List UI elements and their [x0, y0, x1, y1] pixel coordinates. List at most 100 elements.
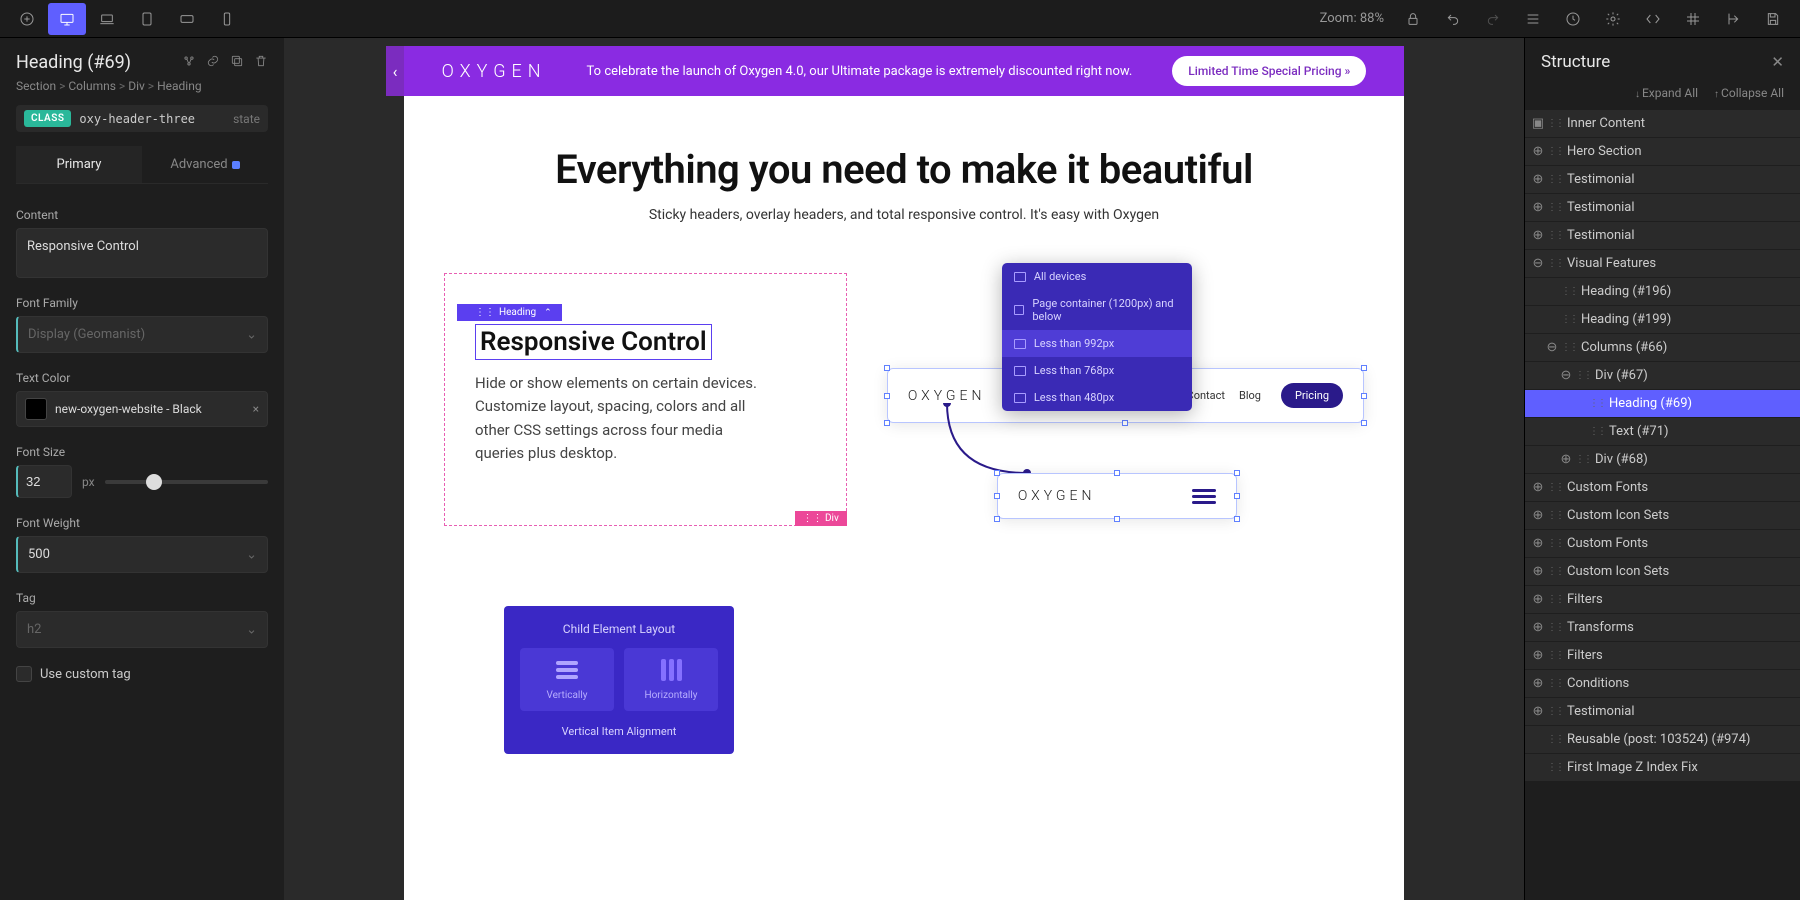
- device-menu-item[interactable]: Less than 480px: [1002, 384, 1192, 411]
- hero-subtitle[interactable]: Sticky headers, overlay headers, and tot…: [404, 207, 1404, 223]
- redo-button[interactable]: [1474, 3, 1512, 35]
- feature-text[interactable]: Hide or show elements on certain devices…: [475, 372, 765, 465]
- tab-primary[interactable]: Primary: [16, 146, 142, 183]
- grid-button[interactable]: [1674, 3, 1712, 35]
- tree-node[interactable]: ⋮⋮First Image Z Index Fix: [1525, 754, 1800, 781]
- layout-card-subtitle: Vertical Item Alignment: [520, 725, 718, 738]
- add-element-button[interactable]: [8, 3, 46, 35]
- custom-tag-label: Use custom tag: [40, 667, 131, 682]
- banner-cta-button[interactable]: Limited Time Special Pricing »: [1172, 56, 1366, 86]
- content-input[interactable]: Responsive Control: [16, 228, 268, 278]
- device-menu-item[interactable]: Less than 768px: [1002, 357, 1192, 384]
- class-state[interactable]: state: [233, 112, 260, 126]
- history-button[interactable]: [1554, 3, 1592, 35]
- undo-button[interactable]: [1434, 3, 1472, 35]
- viewport-desktop-button[interactable]: [48, 3, 86, 35]
- tree-node[interactable]: ▣⋮⋮Inner Content: [1525, 110, 1800, 137]
- device-menu-item[interactable]: Less than 992px: [1002, 330, 1192, 357]
- font-weight-label: Font Weight: [16, 516, 268, 530]
- settings-button[interactable]: [1594, 3, 1632, 35]
- font-family-select[interactable]: Display (Geomanist)⌄: [16, 316, 268, 353]
- device-menu-item[interactable]: Page container (1200px) and below: [1002, 290, 1192, 330]
- tree-node[interactable]: ⋮⋮Text (#71): [1525, 418, 1800, 445]
- tree-node[interactable]: ⊖⋮⋮Visual Features: [1525, 250, 1800, 277]
- font-size-slider[interactable]: [105, 480, 268, 484]
- feature-heading[interactable]: Responsive Control: [475, 324, 712, 360]
- layout-control-card[interactable]: Child Element Layout Vertically Horizont…: [504, 606, 734, 754]
- clear-color-icon[interactable]: ×: [253, 402, 259, 416]
- feature-image-area[interactable]: All devices Page container (1200px) and …: [887, 273, 1364, 526]
- mobile-nav-mockup[interactable]: OXYGEN: [997, 473, 1237, 519]
- tree-node[interactable]: ⊕⋮⋮Filters: [1525, 642, 1800, 669]
- class-name: oxy-header-three: [79, 112, 195, 126]
- tree-node[interactable]: ⊕⋮⋮Testimonial: [1525, 222, 1800, 249]
- viewport-laptop-button[interactable]: [88, 3, 126, 35]
- tree-node[interactable]: ⊕⋮⋮Custom Fonts: [1525, 530, 1800, 557]
- text-color-input[interactable]: new-oxygen-website - Black ×: [16, 391, 268, 427]
- color-swatch[interactable]: [25, 398, 47, 420]
- div-label-badge[interactable]: ⋮⋮ Div: [795, 511, 847, 526]
- expand-all-button[interactable]: ↓Expand All: [1635, 86, 1698, 100]
- save-button[interactable]: [1754, 3, 1792, 35]
- text-color-label: Text Color: [16, 371, 268, 385]
- device-menu-item[interactable]: All devices: [1002, 263, 1192, 290]
- canvas-viewport[interactable]: ‹ OXYGEN To celebrate the launch of Oxyg…: [284, 38, 1524, 900]
- layout-horizontal-option[interactable]: Horizontally: [624, 648, 718, 711]
- tree-node[interactable]: ⊕⋮⋮Div (#68): [1525, 446, 1800, 473]
- font-size-unit[interactable]: px: [82, 475, 95, 489]
- tree-node[interactable]: ⊕⋮⋮Custom Fonts: [1525, 474, 1800, 501]
- tree-node[interactable]: ⋮⋮Heading (#199): [1525, 306, 1800, 333]
- tree-node[interactable]: ⋮⋮Reusable (post: 103524) (#974): [1525, 726, 1800, 753]
- device-breakpoint-menu: All devices Page container (1200px) and …: [1002, 263, 1192, 411]
- structure-title: Structure: [1541, 52, 1610, 72]
- responsive-curve-icon: [937, 403, 1037, 483]
- close-panel-icon[interactable]: ✕: [1771, 53, 1784, 71]
- viewport-tablet-landscape-button[interactable]: [168, 3, 206, 35]
- tree-node[interactable]: ⊕⋮⋮Testimonial: [1525, 166, 1800, 193]
- viewport-mobile-button[interactable]: [208, 3, 246, 35]
- tree-node[interactable]: ⊕⋮⋮Hero Section: [1525, 138, 1800, 165]
- delete-icon[interactable]: [254, 54, 268, 72]
- banner-text: To celebrate the launch of Oxygen 4.0, o…: [587, 64, 1133, 79]
- nav-pricing-button[interactable]: Pricing: [1281, 383, 1343, 408]
- promo-banner: ‹ OXYGEN To celebrate the launch of Oxyg…: [404, 46, 1404, 96]
- class-selector[interactable]: CLASS oxy-header-three state: [16, 105, 268, 132]
- hamburger-icon: [1192, 489, 1216, 504]
- breadcrumb[interactable]: Section>Columns>Div>Heading: [16, 79, 268, 93]
- code-button[interactable]: [1634, 3, 1672, 35]
- link-icon[interactable]: [206, 54, 220, 72]
- custom-tag-checkbox[interactable]: [16, 666, 32, 682]
- nav-logo-small: OXYGEN: [1018, 488, 1096, 504]
- collapse-all-button[interactable]: ↑Collapse All: [1714, 86, 1784, 100]
- back-to-wp-button[interactable]: [1714, 3, 1752, 35]
- font-weight-select[interactable]: 500⌄: [16, 536, 268, 573]
- tab-advanced[interactable]: Advanced: [142, 146, 268, 183]
- content-label: Content: [16, 208, 268, 222]
- tree-node[interactable]: ⊕⋮⋮Custom Icon Sets: [1525, 502, 1800, 529]
- layout-vertical-option[interactable]: Vertically: [520, 648, 614, 711]
- tag-select[interactable]: h2⌄: [16, 611, 268, 648]
- font-size-input[interactable]: [16, 465, 72, 498]
- tree-node[interactable]: ⊕⋮⋮Filters: [1525, 586, 1800, 613]
- hero-title[interactable]: Everything you need to make it beautiful: [404, 146, 1404, 193]
- tree-node[interactable]: ⊕⋮⋮Testimonial: [1525, 194, 1800, 221]
- banner-logo: OXYGEN: [442, 61, 547, 82]
- feature-div-selected[interactable]: ⋮⋮ Heading Responsive Control Hide or sh…: [444, 273, 847, 526]
- lock-button[interactable]: [1394, 3, 1432, 35]
- element-badge[interactable]: ⋮⋮ Heading: [457, 304, 562, 321]
- viewport-tablet-button[interactable]: [128, 3, 166, 35]
- tree-node[interactable]: ⊕⋮⋮Conditions: [1525, 670, 1800, 697]
- banner-collapse-icon[interactable]: ‹: [386, 46, 404, 96]
- structure-button[interactable]: [1514, 3, 1552, 35]
- tree-node[interactable]: ⊖⋮⋮Columns (#66): [1525, 334, 1800, 361]
- duplicate-icon[interactable]: [230, 54, 244, 72]
- tree-node[interactable]: ⋮⋮Heading (#69): [1525, 390, 1800, 417]
- tree-node[interactable]: ⊕⋮⋮Testimonial: [1525, 698, 1800, 725]
- tree-node[interactable]: ⋮⋮Heading (#196): [1525, 278, 1800, 305]
- tree-node[interactable]: ⊕⋮⋮Transforms: [1525, 614, 1800, 641]
- tree-node[interactable]: ⊖⋮⋮Div (#67): [1525, 362, 1800, 389]
- wrap-icon[interactable]: [182, 54, 196, 72]
- tree-node[interactable]: ⊕⋮⋮Custom Icon Sets: [1525, 558, 1800, 585]
- zoom-label: Zoom: 88%: [1320, 11, 1384, 26]
- top-toolbar: Zoom: 88%: [0, 0, 1800, 38]
